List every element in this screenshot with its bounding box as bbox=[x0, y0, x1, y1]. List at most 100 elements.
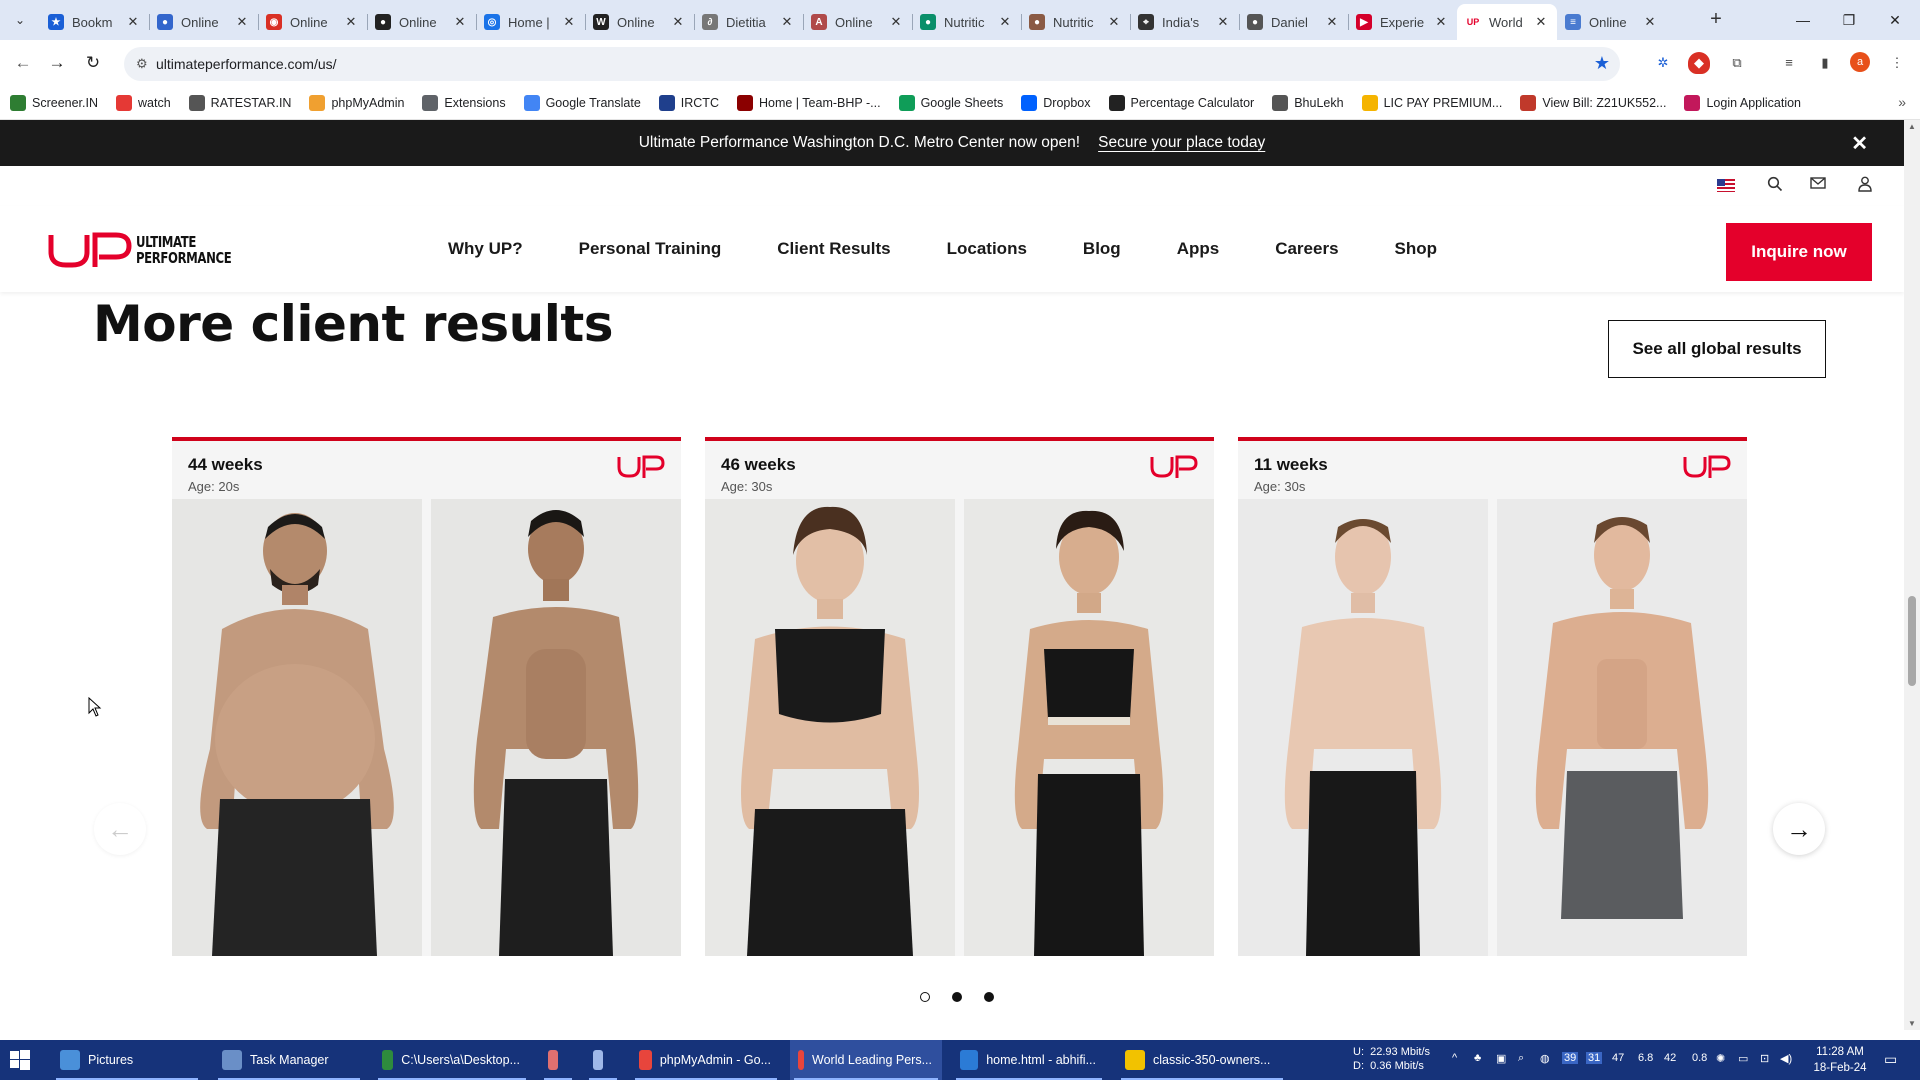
profile-avatar[interactable]: a bbox=[1850, 52, 1870, 72]
windows-start-icon[interactable] bbox=[10, 1050, 30, 1070]
tray-icon[interactable]: ◍ bbox=[1540, 1052, 1550, 1065]
browser-tab[interactable]: ● Online ✕ bbox=[149, 4, 258, 40]
tab-close-icon[interactable]: ✕ bbox=[1106, 14, 1122, 30]
bookmark-item[interactable]: RATESTAR.IN bbox=[188, 94, 291, 111]
account-icon[interactable] bbox=[1855, 176, 1875, 196]
back-icon[interactable]: ← bbox=[10, 50, 36, 76]
tab-close-icon[interactable]: ✕ bbox=[670, 14, 686, 30]
taskbar-app[interactable] bbox=[585, 1040, 621, 1080]
nav-item[interactable]: Locations bbox=[947, 239, 1027, 259]
tab-close-icon[interactable]: ✕ bbox=[1324, 14, 1340, 30]
bookmark-item[interactable]: Google Sheets bbox=[898, 94, 1003, 111]
browser-tab[interactable]: ◉ Online ✕ bbox=[258, 4, 367, 40]
mail-icon[interactable] bbox=[1808, 176, 1828, 196]
volume-icon[interactable]: ◀) bbox=[1780, 1052, 1792, 1065]
nav-item[interactable]: Shop bbox=[1395, 239, 1438, 259]
taskbar-app[interactable]: World Leading Pers... bbox=[790, 1040, 942, 1080]
shield-extension-icon[interactable]: ◆ bbox=[1688, 52, 1710, 74]
taskbar-app[interactable]: phpMyAdmin - Go... bbox=[631, 1040, 781, 1080]
browser-tab[interactable]: ● Nutritic ✕ bbox=[1021, 4, 1130, 40]
taskbar-app[interactable]: C:\Users\a\Desktop... bbox=[374, 1040, 530, 1080]
tab-close-icon[interactable]: ✕ bbox=[1433, 14, 1449, 30]
forward-icon[interactable]: → bbox=[44, 50, 70, 76]
see-all-results-button[interactable]: See all global results bbox=[1608, 320, 1826, 378]
browser-tab[interactable]: W Online ✕ bbox=[585, 4, 694, 40]
carousel-prev-arrow-icon[interactable]: ← bbox=[94, 803, 146, 855]
inquire-now-button[interactable]: Inquire now bbox=[1726, 223, 1872, 281]
bookmark-item[interactable]: Screener.IN bbox=[10, 94, 98, 111]
browser-tab[interactable]: ▶ Experie ✕ bbox=[1348, 4, 1457, 40]
tab-close-icon[interactable]: ✕ bbox=[888, 14, 904, 30]
bookmark-item[interactable]: Extensions bbox=[422, 94, 506, 111]
bookmark-item[interactable]: BhuLekh bbox=[1272, 94, 1344, 111]
bookmarks-overflow-icon[interactable]: » bbox=[1898, 94, 1906, 110]
tray-icon[interactable]: ⌕ bbox=[1518, 1052, 1524, 1065]
carousel-dot[interactable] bbox=[952, 992, 962, 1002]
bookmark-item[interactable]: Dropbox bbox=[1021, 94, 1091, 111]
weather-icon[interactable]: ✺ bbox=[1716, 1052, 1725, 1065]
taskbar-app[interactable]: Task Manager bbox=[214, 1040, 364, 1080]
bookmark-item[interactable]: watch bbox=[116, 94, 171, 111]
notifications-icon[interactable]: ▭ bbox=[1884, 1051, 1897, 1068]
tab-close-icon[interactable]: ✕ bbox=[1215, 14, 1231, 30]
window-close-icon[interactable]: ✕ bbox=[1872, 0, 1918, 40]
tab-close-icon[interactable]: ✕ bbox=[1533, 14, 1549, 30]
announcement-close-icon[interactable]: ✕ bbox=[1851, 131, 1868, 156]
browser-tab[interactable]: ● Daniel ✕ bbox=[1239, 4, 1348, 40]
bookmark-item[interactable]: Percentage Calculator bbox=[1108, 94, 1254, 111]
browser-tab[interactable]: UP World ✕ bbox=[1457, 4, 1557, 40]
nav-item[interactable]: Client Results bbox=[777, 239, 890, 259]
carousel-dot[interactable] bbox=[920, 992, 930, 1002]
browser-tab[interactable]: ● Nutritic ✕ bbox=[912, 4, 1021, 40]
extensions-puzzle-icon[interactable]: ⧉ bbox=[1726, 52, 1748, 74]
nav-item[interactable]: Personal Training bbox=[579, 239, 722, 259]
bookmark-item[interactable]: phpMyAdmin bbox=[309, 94, 404, 111]
network-icon[interactable]: ⊡ bbox=[1760, 1052, 1769, 1065]
taskbar-app[interactable]: Pictures bbox=[52, 1040, 202, 1080]
browser-tab[interactable]: ⌖ India's ✕ bbox=[1130, 4, 1239, 40]
tab-close-icon[interactable]: ✕ bbox=[997, 14, 1013, 30]
result-card[interactable]: 11 weeks Age: 30s bbox=[1238, 437, 1747, 956]
bookmark-star-icon[interactable]: ★ bbox=[1594, 53, 1610, 74]
tab-close-icon[interactable]: ✕ bbox=[125, 14, 141, 30]
page-scrollbar[interactable]: ▲ ▼ bbox=[1904, 120, 1920, 1030]
new-tab-button[interactable]: + bbox=[1704, 8, 1728, 32]
reload-icon[interactable]: ↻ bbox=[80, 50, 106, 76]
bookmark-item[interactable]: LIC PAY PREMIUM... bbox=[1361, 94, 1502, 111]
taskbar-app[interactable] bbox=[540, 1040, 576, 1080]
bookmark-item[interactable]: IRCTC bbox=[658, 94, 719, 111]
url-text[interactable]: ultimateperformance.com/us/ bbox=[156, 56, 337, 72]
scroll-up-icon[interactable]: ▲ bbox=[1904, 122, 1920, 131]
bookmark-item[interactable]: Home | Team-BHP -... bbox=[736, 94, 881, 111]
taskbar-app[interactable]: classic-350-owners... bbox=[1117, 1040, 1287, 1080]
tab-close-icon[interactable]: ✕ bbox=[779, 14, 795, 30]
tray-icon[interactable]: ^ bbox=[1452, 1052, 1457, 1064]
restore-icon[interactable]: ❐ bbox=[1826, 0, 1872, 40]
search-icon[interactable] bbox=[1765, 176, 1785, 196]
tray-icon[interactable]: ▣ bbox=[1496, 1052, 1506, 1065]
browser-tab[interactable]: ● Online ✕ bbox=[367, 4, 476, 40]
tab-close-icon[interactable]: ✕ bbox=[234, 14, 250, 30]
taskbar-clock[interactable]: 11:28 AM 18-Feb-24 bbox=[1810, 1044, 1870, 1076]
browser-tab[interactable]: ★ Bookm ✕ bbox=[40, 4, 149, 40]
nav-item[interactable]: Apps bbox=[1177, 239, 1220, 259]
omnibox[interactable]: ⚙ ultimateperformance.com/us/ ★ bbox=[124, 47, 1620, 81]
chrome-menu-icon[interactable]: ⋮ bbox=[1886, 52, 1908, 74]
carousel-dot[interactable] bbox=[984, 992, 994, 1002]
result-card[interactable]: 44 weeks Age: 20s bbox=[172, 437, 681, 956]
bookmark-item[interactable]: Google Translate bbox=[523, 94, 641, 111]
nav-item[interactable]: Blog bbox=[1083, 239, 1121, 259]
browser-tab[interactable]: A Online ✕ bbox=[803, 4, 912, 40]
media-controls-icon[interactable]: ≡ bbox=[1778, 52, 1800, 74]
tab-close-icon[interactable]: ✕ bbox=[561, 14, 577, 30]
nav-item[interactable]: Why UP? bbox=[448, 239, 523, 259]
result-card[interactable]: 46 weeks Age: 30s bbox=[705, 437, 1214, 956]
tray-icon[interactable]: ♣ bbox=[1474, 1052, 1481, 1064]
extension-icon[interactable]: ✲ bbox=[1652, 52, 1674, 74]
taskbar-app[interactable]: home.html - abhifi... bbox=[952, 1040, 1106, 1080]
us-flag-icon[interactable] bbox=[1717, 179, 1735, 192]
browser-tab[interactable]: ∂ Dietitia ✕ bbox=[694, 4, 803, 40]
scroll-down-icon[interactable]: ▼ bbox=[1904, 1019, 1920, 1028]
tab-close-icon[interactable]: ✕ bbox=[343, 14, 359, 30]
tab-search-chevron-icon[interactable]: ⌄ bbox=[8, 8, 32, 32]
